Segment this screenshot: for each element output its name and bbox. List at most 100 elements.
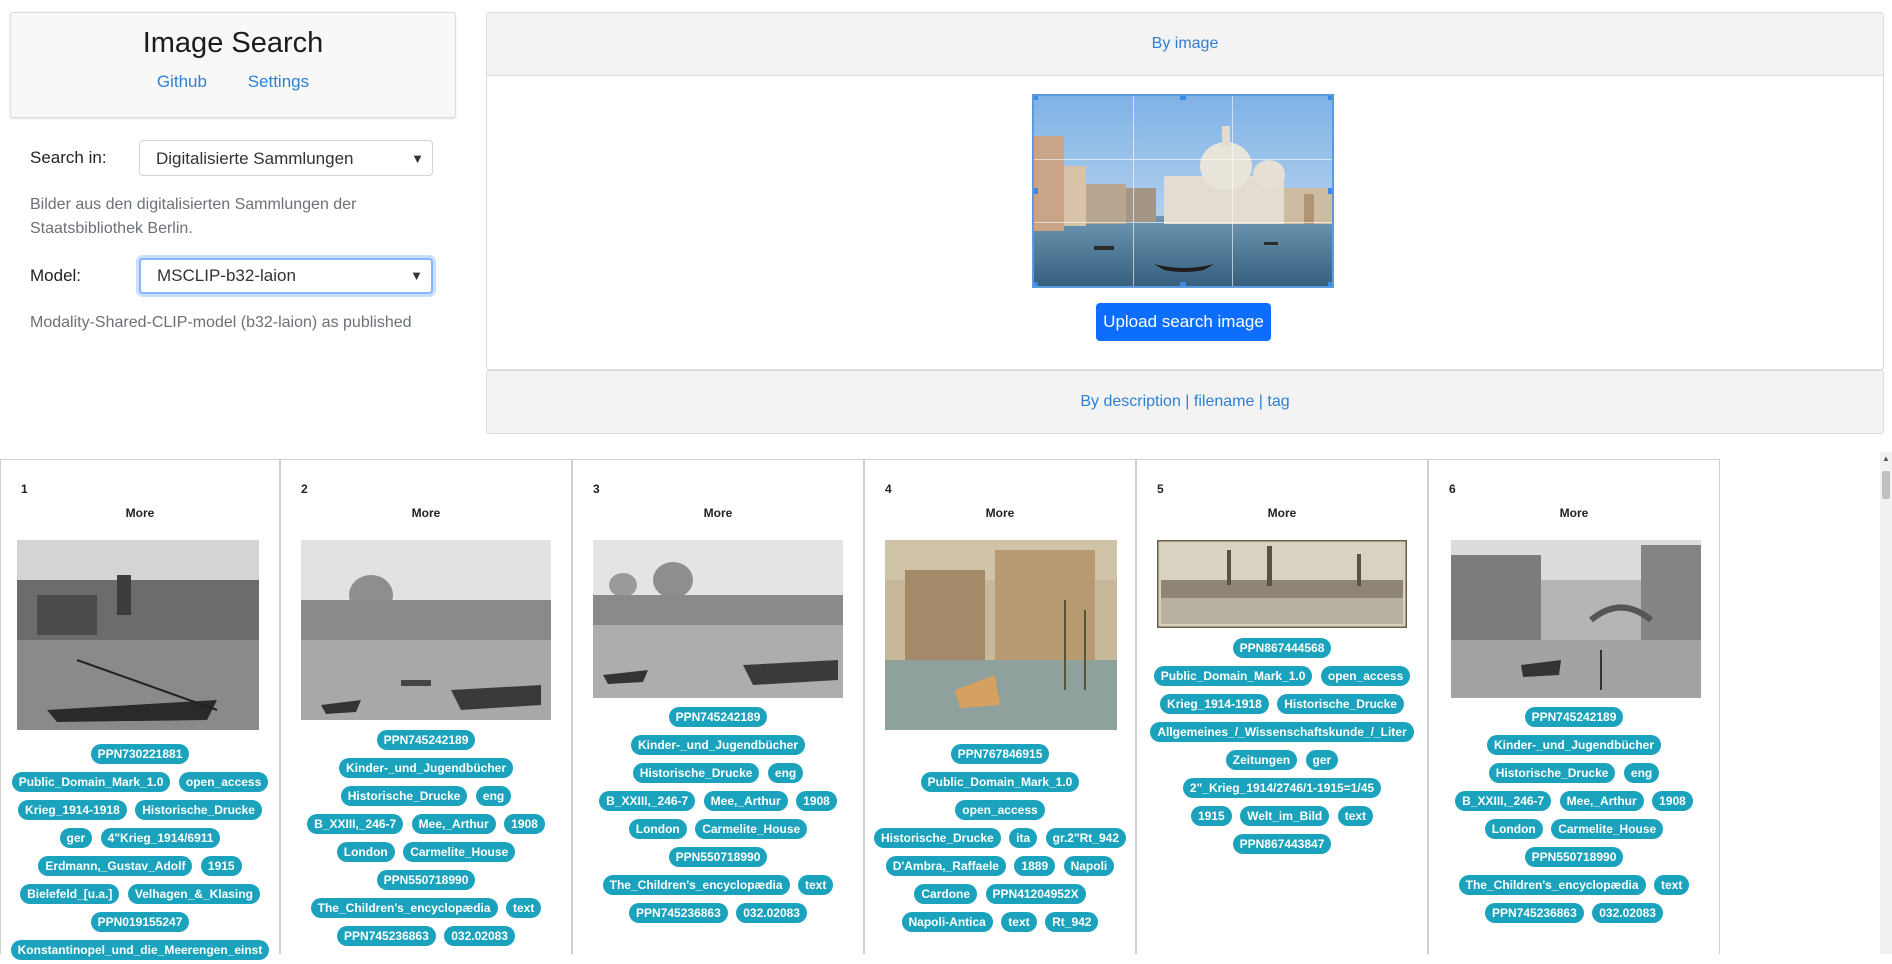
tag-badge[interactable]: Velhagen_&_Klasing [127, 883, 260, 904]
upload-search-image-button[interactable]: Upload search image [1096, 303, 1271, 341]
tag-badge[interactable]: Public_Domain_Mark_1.0 [920, 771, 1080, 792]
tag-badge[interactable]: Historische_Drucke [1277, 693, 1404, 714]
tag-badge[interactable]: text [1337, 805, 1374, 826]
tag-badge[interactable]: Kinder-_und_Jugendbücher [338, 757, 513, 778]
result-thumbnail[interactable] [593, 540, 843, 698]
tag-badge[interactable]: eng [1623, 762, 1660, 783]
result-thumbnail[interactable] [17, 540, 259, 730]
crop-handle[interactable] [1180, 96, 1186, 100]
page-scrollbar[interactable]: ▲ [1880, 452, 1892, 954]
crop-handle[interactable] [1180, 282, 1186, 286]
tag-badge[interactable]: 032.02083 [444, 925, 515, 946]
crop-handle[interactable] [1034, 282, 1038, 286]
by-image-tab[interactable]: By image [487, 13, 1883, 76]
tag-badge[interactable]: PPN745236863 [629, 902, 728, 923]
tag-badge[interactable]: text [1001, 911, 1037, 932]
tag-badge[interactable]: Historische_Drucke [340, 785, 468, 806]
tag-badge[interactable]: Zeitungen [1225, 749, 1298, 770]
tag-badge[interactable]: Kinder-_und_Jugendbücher [1486, 734, 1661, 755]
tag-badge[interactable]: open_access [1320, 665, 1411, 686]
tag-badge[interactable]: B_XXIII,_246-7 [307, 813, 404, 834]
tag-badge[interactable]: 2"_Krieg_1914/2746/1-1915=1/45 [1182, 777, 1382, 798]
tag-badge[interactable]: Public_Domain_Mark_1.0 [11, 771, 171, 792]
tag-badge[interactable]: Kinder-_und_Jugendbücher [630, 734, 805, 755]
tag-badge[interactable]: Historische_Drucke [135, 799, 262, 820]
tag-badge[interactable]: PPN745242189 [1524, 706, 1624, 727]
tag-badge[interactable]: ger [1305, 749, 1339, 770]
query-image-cropper[interactable] [1032, 94, 1334, 288]
tag-badge[interactable]: text [506, 897, 542, 918]
by-description-tab[interactable]: By description | filename | tag [486, 370, 1884, 434]
more-button[interactable]: More [281, 506, 571, 520]
tag-badge[interactable]: PPN745236863 [337, 925, 436, 946]
more-button[interactable]: More [1429, 506, 1719, 520]
crop-handle[interactable] [1034, 96, 1038, 100]
more-button[interactable]: More [1, 506, 279, 520]
github-link[interactable]: Github [157, 72, 207, 91]
tag-badge[interactable]: PPN867444568 [1232, 637, 1332, 658]
tag-badge[interactable]: gr.2"Rt_942 [1045, 827, 1127, 848]
result-thumbnail[interactable] [1157, 540, 1407, 628]
tag-badge[interactable]: Napoli-Antica [901, 911, 993, 932]
tag-badge[interactable]: 1908 [1652, 790, 1693, 811]
tag-badge[interactable]: open_access [955, 799, 1045, 820]
tag-badge[interactable]: Mee,_Arthur [703, 790, 788, 811]
tag-badge[interactable]: Mee,_Arthur [411, 813, 496, 834]
result-thumbnail[interactable] [1451, 540, 1701, 698]
search-in-select[interactable]: Digitalisierte Sammlungen ▼ [139, 140, 433, 176]
tag-badge[interactable]: Cardone [914, 883, 978, 904]
tag-badge[interactable]: PPN745242189 [668, 706, 768, 727]
model-select[interactable]: MSCLIP-b32-laion ▼ [139, 258, 433, 294]
tag-badge[interactable]: Carmelite_House [403, 841, 516, 862]
tag-badge[interactable]: Public_Domain_Mark_1.0 [1153, 665, 1313, 686]
scrollbar-thumb[interactable] [1882, 471, 1890, 499]
tag-badge[interactable]: PPN550718990 [376, 869, 476, 890]
tag-badge[interactable]: eng [767, 762, 804, 783]
tag-badge[interactable]: London [1484, 818, 1543, 839]
tag-badge[interactable]: Historische_Drucke [632, 762, 760, 783]
crop-handle[interactable] [1328, 282, 1332, 286]
tag-badge[interactable]: Bielefeld_[u.a.] [20, 883, 120, 904]
tag-badge[interactable]: D'Ambra,_Raffaele [885, 855, 1006, 876]
crop-handle[interactable] [1328, 96, 1332, 100]
tag-badge[interactable]: PPN867443847 [1232, 833, 1332, 854]
tag-badge[interactable]: 1889 [1014, 855, 1056, 876]
tag-badge[interactable]: Carmelite_House [1551, 818, 1664, 839]
tag-badge[interactable]: ger [59, 827, 93, 848]
tag-badge[interactable]: Mee,_Arthur [1559, 790, 1644, 811]
tag-badge[interactable]: 1908 [796, 790, 837, 811]
more-button[interactable]: More [865, 506, 1135, 520]
tag-badge[interactable]: PPN730221881 [90, 743, 190, 764]
tag-badge[interactable]: PPN550718990 [1524, 846, 1624, 867]
tag-badge[interactable]: 032.02083 [736, 902, 807, 923]
tag-badge[interactable]: London [336, 841, 395, 862]
tag-badge[interactable]: Welt_im_Bild [1240, 805, 1330, 826]
tag-badge[interactable]: Krieg_1914-1918 [1160, 693, 1269, 714]
tag-badge[interactable]: Rt_942 [1045, 911, 1099, 932]
scroll-up-arrow-icon[interactable]: ▲ [1880, 454, 1892, 463]
more-button[interactable]: More [1137, 506, 1427, 520]
tag-badge[interactable]: PPN767846915 [950, 743, 1050, 764]
tag-badge[interactable]: text [798, 874, 834, 895]
tag-badge[interactable]: Carmelite_House [695, 818, 808, 839]
tag-badge[interactable]: B_XXIII,_246-7 [1455, 790, 1552, 811]
tag-badge[interactable]: The_Children's_encyclopædia [1458, 874, 1646, 895]
tag-badge[interactable]: 1915 [200, 855, 242, 876]
tag-badge[interactable]: 1915 [1190, 805, 1232, 826]
tag-badge[interactable]: Napoli [1063, 855, 1115, 876]
tag-badge[interactable]: Krieg_1914-1918 [18, 799, 127, 820]
tag-badge[interactable]: Historische_Drucke [873, 827, 1001, 848]
tag-badge[interactable]: Historische_Drucke [1488, 762, 1616, 783]
more-button[interactable]: More [573, 506, 863, 520]
tag-badge[interactable]: B_XXIII,_246-7 [599, 790, 696, 811]
tag-badge[interactable]: text [1654, 874, 1690, 895]
result-thumbnail[interactable] [301, 540, 551, 720]
tag-badge[interactable]: PPN019155247 [90, 911, 190, 932]
tag-badge[interactable]: PPN41204952X [985, 883, 1086, 904]
tag-badge[interactable]: eng [475, 785, 512, 806]
tag-badge[interactable]: London [628, 818, 687, 839]
tag-badge[interactable]: Konstantinopel_und_die_Meerengen_einst [10, 939, 270, 960]
tag-badge[interactable]: 032.02083 [1592, 902, 1663, 923]
result-thumbnail[interactable] [885, 540, 1117, 730]
tag-badge[interactable]: PPN550718990 [668, 846, 768, 867]
